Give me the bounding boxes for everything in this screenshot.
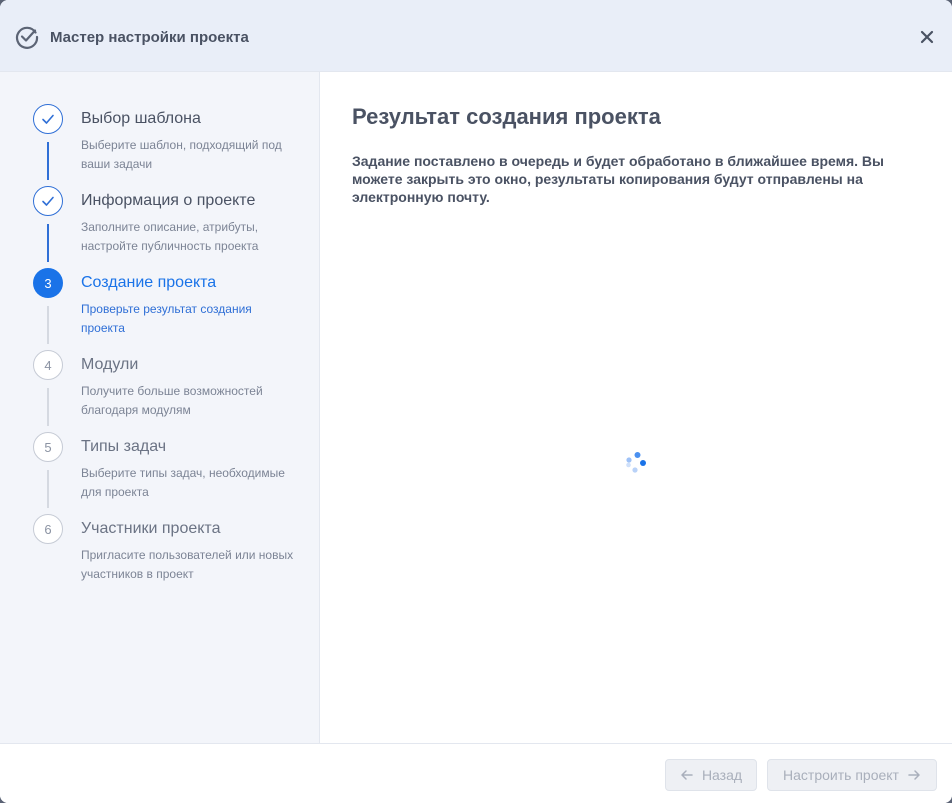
- step-title: Информация о проекте: [81, 192, 256, 209]
- step-number-badge: 4: [33, 350, 63, 380]
- checkmark-icon: [42, 114, 54, 124]
- back-button-label: Назад: [701, 767, 743, 783]
- step-item[interactable]: 3 Создание проекта Проверьте результат с…: [33, 268, 303, 338]
- configure-project-button-label: Настроить проект: [783, 767, 899, 783]
- back-button[interactable]: Назад: [665, 759, 757, 791]
- step-done-circle: [33, 186, 63, 216]
- step-description: Выберите шаблон, подходящий под ваши зад…: [81, 138, 282, 171]
- step-item[interactable]: Информация о проекте Заполните описание,…: [33, 186, 303, 256]
- wizard-dialog: Мастер настройки проекта Выбор шаблона В…: [0, 0, 952, 803]
- step-item[interactable]: Выбор шаблона Выберите шаблон, подходящи…: [33, 104, 303, 174]
- close-icon[interactable]: [916, 26, 938, 48]
- step-description: Заполните описание, атрибуты, настройте …: [81, 220, 259, 253]
- step-number-badge: 3: [33, 268, 63, 298]
- step-description: Проверьте результат создания проекта: [81, 302, 252, 335]
- configure-project-button[interactable]: Настроить проект: [767, 759, 937, 791]
- step-description: Выберите типы задач, необходимые для про…: [81, 466, 285, 499]
- step-done-circle: [33, 104, 63, 134]
- step-title: Выбор шаблона: [81, 110, 201, 127]
- step-title: Модули: [81, 356, 139, 373]
- page-title: Результат создания проекта: [352, 104, 661, 129]
- dialog-footer: Назад Настроить проект: [0, 743, 952, 803]
- step-item[interactable]: 6 Участники проекта Пригласите пользоват…: [33, 514, 303, 584]
- dialog-title: Мастер настройки проекта: [50, 29, 249, 46]
- step-item[interactable]: 5 Типы задач Выберите типы задач, необхо…: [33, 432, 303, 502]
- arrow-left-icon: [681, 770, 693, 780]
- step-item[interactable]: 4 Модули Получите больше возможностей бл…: [33, 350, 303, 420]
- step-number-badge: 5: [33, 432, 63, 462]
- loading-spinner-icon: [626, 452, 646, 473]
- step-description: Получите больше возможностей благодаря м…: [81, 384, 263, 417]
- arrow-right-icon: [908, 770, 920, 780]
- dialog-header: Мастер настройки проекта: [0, 0, 952, 72]
- step-title: Участники проекта: [81, 520, 221, 537]
- steps-sidebar: Выбор шаблона Выберите шаблон, подходящи…: [0, 72, 320, 743]
- check-circle-icon: [15, 26, 39, 49]
- checkmark-icon: [42, 196, 54, 206]
- step-title: Типы задач: [81, 438, 167, 455]
- step-description: Пригласите пользователей или новых участ…: [81, 548, 294, 581]
- status-message: Задание поставлено в очередь и будет обр…: [352, 153, 884, 205]
- step-title: Создание проекта: [81, 274, 217, 291]
- step-number-badge: 6: [33, 514, 63, 544]
